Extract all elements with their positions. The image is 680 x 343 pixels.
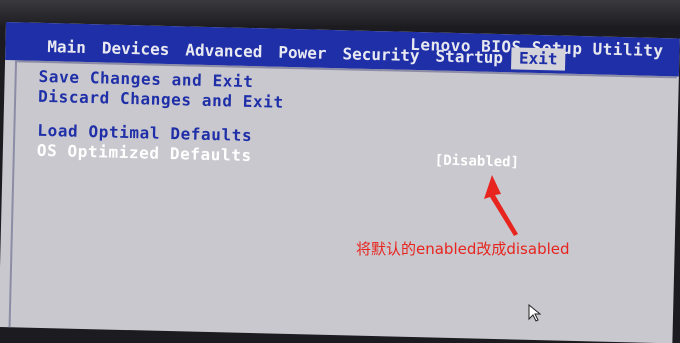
exit-menu-panel: Save Changes and Exit Discard Changes an…: [8, 60, 677, 343]
tab-startup[interactable]: Startup: [427, 45, 511, 69]
tab-advanced[interactable]: Advanced: [177, 39, 271, 63]
bios-screen: Lenovo BIOS Setup Utility Main Devices A…: [0, 22, 680, 343]
tab-devices[interactable]: Devices: [94, 37, 178, 61]
os-optimized-defaults-value[interactable]: [Disabled]: [435, 153, 520, 171]
tab-security[interactable]: Security: [334, 43, 428, 67]
tab-exit[interactable]: Exit: [510, 47, 566, 71]
os-optimized-defaults-item[interactable]: OS Optimized Defaults: [37, 141, 252, 165]
monitor-bezel: [0, 0, 680, 26]
tab-main[interactable]: Main: [39, 36, 94, 59]
tab-power[interactable]: Power: [270, 41, 335, 65]
